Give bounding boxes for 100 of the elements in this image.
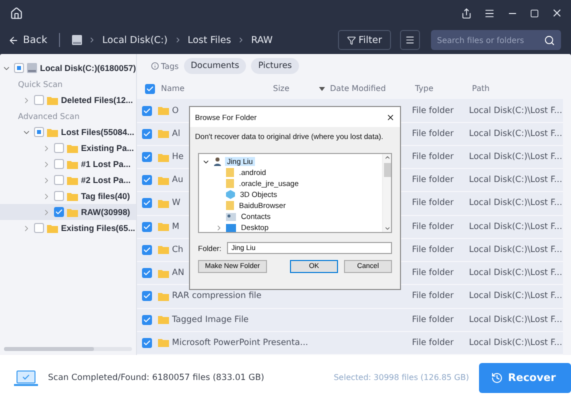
file-name: Tagged Image File [172, 314, 249, 325]
file-path: Local Disk(C:)\Lost F... [469, 291, 562, 302]
export-icon[interactable] [461, 8, 472, 18]
person-icon [213, 157, 222, 166]
expand-icon[interactable] [42, 144, 51, 152]
checkbox[interactable] [142, 338, 152, 348]
breadcrumb-item[interactable]: Local Disk(C:) [102, 34, 168, 46]
checkbox[interactable] [145, 84, 155, 94]
folder-icon [158, 268, 169, 278]
column-header[interactable]: Name [161, 84, 185, 94]
folder-icon [158, 245, 169, 254]
breadcrumb-item[interactable]: RAW [251, 34, 273, 46]
tree-item[interactable]: RAW(30998) [0, 204, 136, 220]
checkbox[interactable] [142, 175, 152, 186]
folder-icon [47, 96, 58, 104]
close-icon[interactable] [551, 7, 563, 19]
file-type: File folder [412, 291, 454, 302]
checkbox[interactable] [142, 314, 152, 325]
section-label: Advanced Scan [17, 111, 81, 123]
scroll-down-icon[interactable] [384, 225, 390, 232]
tree-item[interactable]: #2 Lost Pa... [0, 172, 136, 188]
checkbox[interactable] [54, 207, 64, 217]
checkbox[interactable] [142, 244, 152, 255]
folder-icon [67, 176, 78, 184]
expand-icon[interactable] [215, 224, 223, 232]
checkbox[interactable] [34, 95, 44, 105]
file-type: File folder [412, 244, 454, 255]
expand-icon[interactable] [42, 208, 51, 216]
folder-icon [158, 152, 169, 162]
folder-icon [158, 315, 169, 324]
scan-status: Scan Completed/Found: 6180057 files (833.01 GB) [48, 372, 264, 382]
maximize-icon[interactable] [530, 8, 539, 18]
expand-icon[interactable] [42, 160, 51, 168]
checkbox[interactable] [34, 223, 44, 233]
file-type: File folder [412, 175, 454, 186]
tree-label: Local Disk(C:)(6180057) [40, 63, 136, 73]
menu-icon [405, 35, 415, 45]
folder-icon [47, 224, 58, 232]
checkbox[interactable] [54, 175, 64, 185]
checkbox[interactable] [142, 268, 152, 278]
column-header[interactable]: Type [415, 84, 434, 94]
expand-icon[interactable] [42, 192, 51, 200]
search-field[interactable]: Search files or folders [431, 30, 561, 50]
back-button[interactable]: Back [8, 34, 48, 46]
expand-icon[interactable] [42, 176, 51, 184]
file-name: Microsoft PowerPoint Presenta... [172, 338, 308, 348]
laptop-icon [14, 370, 38, 386]
list-menu-button[interactable] [400, 30, 420, 50]
home-icon[interactable] [10, 6, 23, 20]
file-type: File folder [412, 222, 454, 232]
scroll-thumb[interactable] [4, 347, 94, 351]
tree-label: #2 Lost Pa... [81, 175, 131, 185]
folder-icon [158, 222, 169, 232]
tree-item[interactable]: Existing Files(65... [0, 220, 136, 236]
column-header[interactable]: Path [472, 84, 490, 94]
checkbox[interactable] [54, 159, 64, 169]
scrollbar[interactable] [382, 154, 391, 232]
checkbox[interactable] [14, 63, 24, 73]
checkbox[interactable] [54, 143, 64, 153]
checkbox[interactable] [34, 127, 44, 137]
scrollbar[interactable] [4, 347, 132, 351]
tree-item[interactable]: Deleted Files(12... [0, 92, 136, 108]
file-name: Ch [172, 244, 184, 255]
breadcrumb-item[interactable]: Lost Files [188, 34, 232, 46]
tree-item[interactable]: Lost Files(55084... [0, 124, 136, 140]
file-path: Local Disk(C:)\Lost F... [469, 128, 562, 139]
checkbox[interactable] [142, 128, 152, 139]
checkbox[interactable] [142, 152, 152, 162]
file-name: He [172, 152, 184, 162]
checkbox[interactable] [142, 106, 152, 116]
folder-icon [67, 192, 78, 200]
checkbox[interactable] [142, 222, 152, 232]
filter-button[interactable]: Filter [338, 30, 391, 50]
scroll-thumb[interactable] [384, 163, 390, 177]
tree-item[interactable]: Local Disk(C:)(6180057) [0, 60, 136, 76]
file-path: Local Disk(C:)\Lost F... [469, 222, 562, 232]
scroll-up-icon[interactable] [384, 154, 390, 161]
file-type: File folder [412, 128, 454, 139]
tree-item[interactable]: Existing Pa... [0, 140, 136, 156]
checkbox[interactable] [54, 191, 64, 201]
checkbox[interactable] [142, 198, 152, 208]
tree-item[interactable]: #1 Lost Pa... [0, 156, 136, 172]
expand-icon[interactable] [22, 224, 31, 232]
tag-chip[interactable]: Pictures [251, 58, 299, 74]
expand-icon[interactable] [22, 96, 31, 104]
tree-label: Existing Files(65... [61, 223, 136, 233]
search-input[interactable]: Search files or folders [437, 36, 544, 44]
search-icon[interactable] [544, 34, 555, 46]
close-icon[interactable] [386, 112, 395, 122]
checkbox[interactable] [142, 291, 152, 302]
sort-icon[interactable] [319, 86, 325, 91]
desktop-icon [226, 224, 236, 232]
folder-icon [158, 129, 169, 138]
section-label: Quick Scan [17, 79, 64, 91]
column-header[interactable]: Size [273, 84, 290, 94]
menu-icon[interactable] [484, 8, 495, 18]
tag-chip[interactable]: Documents [184, 58, 246, 74]
column-header[interactable]: Date Modified [330, 84, 386, 94]
selection-summary: Selected: 30998 files (126.85 GB) [334, 373, 469, 382]
tree-item[interactable]: Tag files(40) [0, 188, 136, 204]
